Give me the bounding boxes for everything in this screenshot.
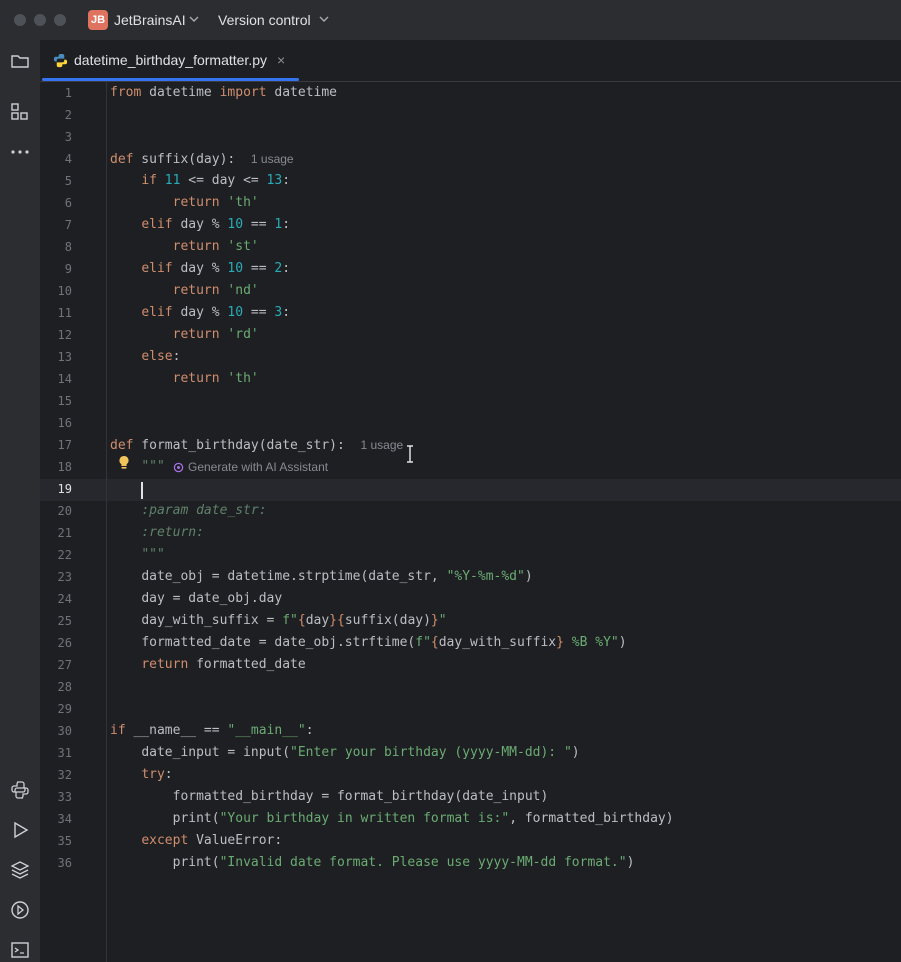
code-line: date_obj = datetime.strptime(date_str, "… <box>141 569 533 584</box>
code-line: return formatted_date <box>141 657 306 672</box>
line-number[interactable]: 28 <box>40 680 72 694</box>
code-line: """ <box>141 547 165 562</box>
code-line: return 'th' <box>172 195 259 210</box>
tool-window-bar <box>0 40 40 962</box>
close-tab-icon[interactable]: × <box>277 52 285 68</box>
line-number[interactable]: 31 <box>40 746 72 760</box>
line-number[interactable]: 7 <box>40 218 72 232</box>
code-line: return 'th' <box>172 371 259 386</box>
code-line: day = date_obj.day <box>141 591 283 606</box>
code-line: if __name__ == "__main__": <box>110 723 314 738</box>
generate-with-ai-link[interactable]: Generate with AI Assistant <box>173 460 328 474</box>
code-line: day_with_suffix = f"{day}{suffix(day)}" <box>141 613 447 628</box>
code-line: except ValueError: <box>141 833 283 848</box>
code-line: return 'nd' <box>172 283 259 298</box>
line-number[interactable]: 27 <box>40 658 72 672</box>
usage-hint[interactable]: 1 usage <box>360 438 403 452</box>
line-number[interactable]: 17 <box>40 438 72 452</box>
current-line-highlight <box>40 479 901 501</box>
line-number[interactable]: 15 <box>40 394 72 408</box>
line-number[interactable]: 36 <box>40 856 72 870</box>
line-number[interactable]: 8 <box>40 240 72 254</box>
structure-icon[interactable] <box>9 101 31 123</box>
line-number[interactable]: 26 <box>40 636 72 650</box>
code-line: if 11 <= day <= 13: <box>141 173 291 188</box>
line-number[interactable]: 24 <box>40 592 72 606</box>
close-window-button[interactable] <box>14 14 26 26</box>
line-number[interactable]: 5 <box>40 174 72 188</box>
code-line: return 'st' <box>172 239 259 254</box>
line-number[interactable]: 10 <box>40 284 72 298</box>
line-number[interactable]: 25 <box>40 614 72 628</box>
line-number[interactable]: 20 <box>40 504 72 518</box>
line-number[interactable]: 14 <box>40 372 72 386</box>
tab-filename: datetime_birthday_formatter.py <box>74 52 267 68</box>
code-line: print("Invalid date format. Please use y… <box>172 855 635 870</box>
code-line: return 'rd' <box>172 327 259 342</box>
code-line: print("Your birthday in written format i… <box>172 811 674 826</box>
active-tab-indicator <box>42 78 299 81</box>
line-number[interactable]: 33 <box>40 790 72 804</box>
code-line: else: <box>141 349 181 364</box>
line-number[interactable]: 18 <box>40 460 72 474</box>
line-number[interactable]: 6 <box>40 196 72 210</box>
code-line: def format_birthday(date_str): 1 usage <box>110 438 404 453</box>
line-number[interactable]: 11 <box>40 306 72 320</box>
code-line: try: <box>141 767 173 782</box>
code-line: from datetime import datetime <box>110 85 338 100</box>
terminal-icon[interactable] <box>9 939 31 961</box>
line-number[interactable]: 30 <box>40 724 72 738</box>
zoom-window-button[interactable] <box>54 14 66 26</box>
line-number[interactable]: 16 <box>40 416 72 430</box>
more-icon[interactable] <box>9 141 31 163</box>
line-number[interactable]: 35 <box>40 834 72 848</box>
line-number[interactable]: 2 <box>40 108 72 122</box>
editor-tab-bar: datetime_birthday_formatter.py × <box>40 40 901 82</box>
code-line: formatted_birthday = format_birthday(dat… <box>172 789 549 804</box>
ai-assistant-icon <box>173 462 184 472</box>
line-number[interactable]: 23 <box>40 570 72 584</box>
line-number[interactable]: 21 <box>40 526 72 540</box>
line-number[interactable]: 1 <box>40 86 72 100</box>
code-line: :param date_str: <box>141 503 267 518</box>
line-number[interactable]: 9 <box>40 262 72 276</box>
project-badge[interactable]: JB <box>88 10 108 30</box>
code-line: date_input = input("Enter your birthday … <box>141 745 580 760</box>
generate-with-ai-label: Generate with AI Assistant <box>188 460 329 474</box>
line-number[interactable]: 3 <box>40 130 72 144</box>
version-control-menu[interactable]: Version control <box>218 12 311 28</box>
services-icon[interactable] <box>9 899 31 921</box>
code-editor[interactable]: 1 2 3 4 5 6 7 8 9 10 11 12 13 14 15 16 17 18 19 20 21 22 23 24 2… <box>40 82 901 962</box>
minimize-window-button[interactable] <box>34 14 46 26</box>
file-tab[interactable]: datetime_birthday_formatter.py × <box>40 40 299 81</box>
run-icon[interactable] <box>9 819 31 841</box>
code-line: def suffix(day): 1 usage <box>110 152 294 167</box>
project-name[interactable]: JetBrainsAI <box>114 12 186 28</box>
code-line: """ <box>141 459 165 474</box>
code-line: elif day % 10 == 2: <box>141 261 291 276</box>
code-line: elif day % 10 == 3: <box>141 305 291 320</box>
layers-icon[interactable] <box>9 859 31 881</box>
line-number[interactable]: 4 <box>40 152 72 166</box>
line-number[interactable]: 12 <box>40 328 72 342</box>
line-number[interactable]: 19 <box>40 482 72 496</box>
chevron-down-icon[interactable] <box>317 12 331 26</box>
title-bar: JB JetBrainsAI Version control <box>0 0 901 40</box>
chevron-down-icon[interactable] <box>187 12 201 26</box>
line-number[interactable]: 34 <box>40 812 72 826</box>
line-number[interactable]: 29 <box>40 702 72 716</box>
folder-icon[interactable] <box>9 50 31 72</box>
code-line: elif day % 10 == 1: <box>141 217 291 232</box>
gutter-divider <box>106 82 107 962</box>
text-cursor-icon <box>407 445 413 463</box>
code-line: formatted_date = date_obj.strftime(f"{da… <box>141 635 627 650</box>
python-file-icon <box>53 53 68 68</box>
line-number[interactable]: 32 <box>40 768 72 782</box>
python-console-icon[interactable] <box>9 779 31 801</box>
text-caret <box>141 482 143 499</box>
line-number[interactable]: 22 <box>40 548 72 562</box>
usage-hint[interactable]: 1 usage <box>251 152 294 166</box>
code-line: :return: <box>141 525 204 540</box>
line-number[interactable]: 13 <box>40 350 72 364</box>
